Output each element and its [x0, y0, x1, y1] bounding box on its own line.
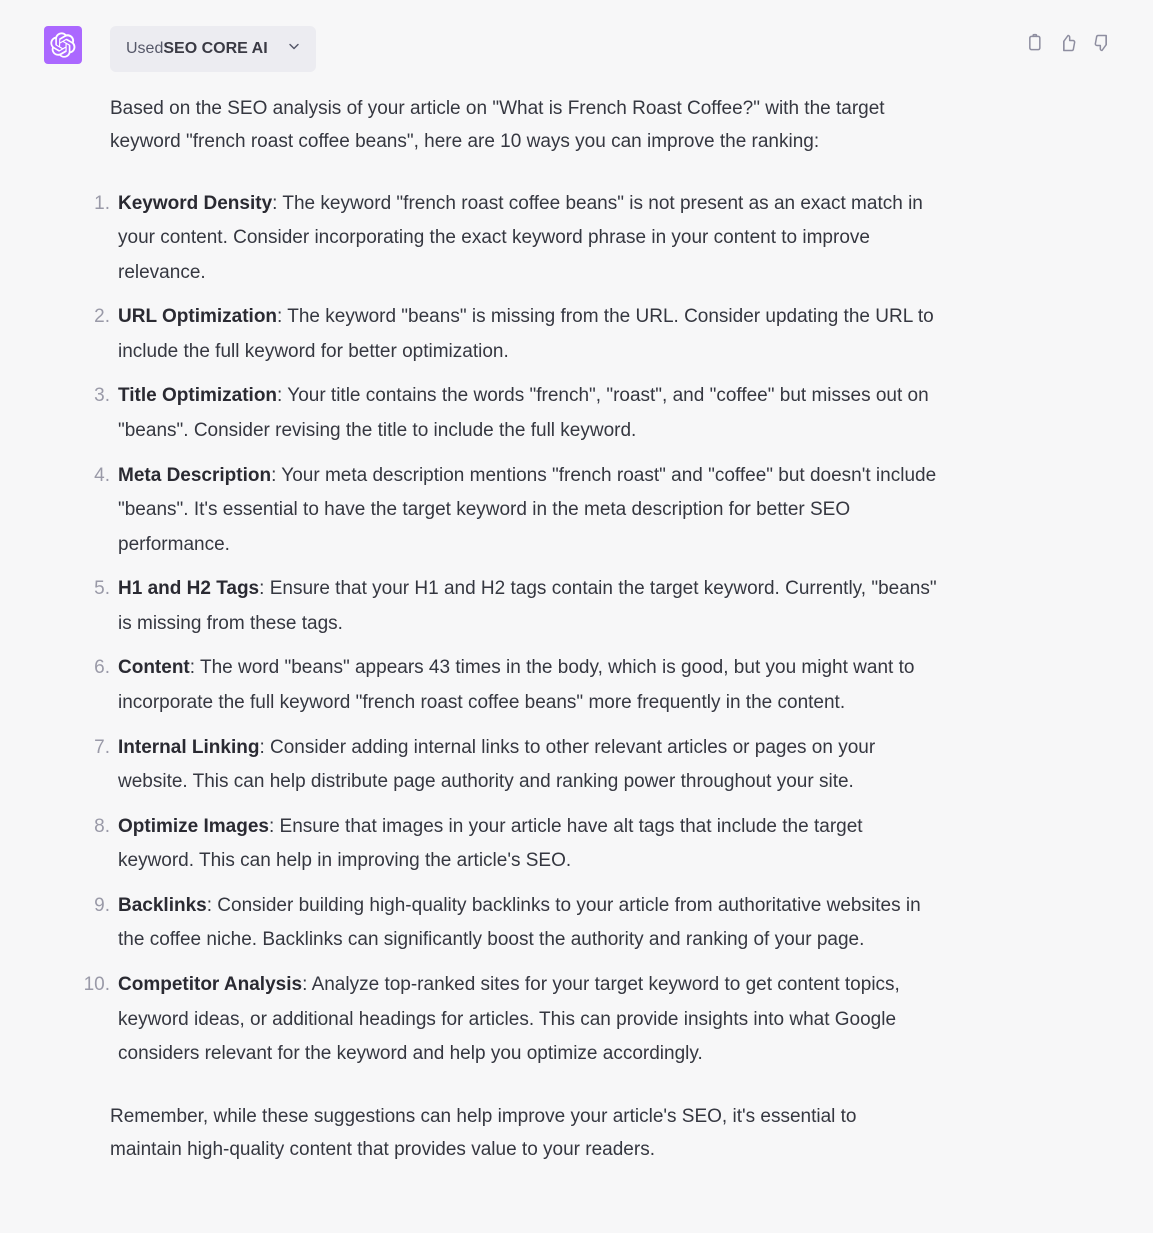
assistant-avatar	[44, 26, 82, 64]
item-title: Keyword Density	[118, 193, 272, 214]
thumbs-down-icon	[1092, 33, 1112, 53]
plugin-name: SEO CORE AI	[163, 40, 267, 58]
item-body: : The word "beans" appears 43 times in t…	[118, 657, 914, 713]
list-item: Backlinks: Consider building high-qualit…	[90, 889, 940, 958]
thumbs-down-button[interactable]	[1091, 32, 1113, 54]
openai-icon	[50, 32, 76, 58]
plugin-used-chip[interactable]: Used SEO CORE AI	[110, 26, 316, 72]
list-item: Content: The word "beans" appears 43 tim…	[90, 651, 940, 720]
list-item: Optimize Images: Ensure that images in y…	[90, 810, 940, 879]
intro-paragraph: Based on the SEO analysis of your articl…	[110, 92, 930, 159]
item-title: H1 and H2 Tags	[118, 578, 259, 599]
item-title: Optimize Images	[118, 816, 269, 837]
thumbs-up-icon	[1058, 33, 1078, 53]
message-header-row: Used SEO CORE AI	[110, 26, 1113, 72]
avatar-column	[44, 26, 82, 1166]
clipboard-icon	[1024, 33, 1044, 53]
suggestions-list: Keyword Density: The keyword "french roa…	[110, 187, 940, 1072]
copy-button[interactable]	[1023, 32, 1045, 54]
list-item: Competitor Analysis: Analyze top-ranked …	[90, 968, 940, 1072]
item-title: Content	[118, 657, 190, 678]
item-title: Competitor Analysis	[118, 974, 302, 995]
item-body: : Consider building high-quality backlin…	[118, 895, 921, 951]
list-item: Title Optimization: Your title contains …	[90, 379, 940, 448]
plugin-used-label: Used	[126, 40, 163, 58]
thumbs-up-button[interactable]	[1057, 32, 1079, 54]
list-item: Keyword Density: The keyword "french roa…	[90, 187, 940, 291]
list-item: Internal Linking: Consider adding intern…	[90, 731, 940, 800]
chevron-down-icon	[286, 39, 302, 60]
outro-paragraph: Remember, while these suggestions can he…	[110, 1100, 930, 1167]
list-item: Meta Description: Your meta description …	[90, 459, 940, 563]
list-item: URL Optimization: The keyword "beans" is…	[90, 300, 940, 369]
item-title: URL Optimization	[118, 306, 277, 327]
item-title: Title Optimization	[118, 385, 277, 406]
item-title: Internal Linking	[118, 737, 259, 758]
message-content: Used SEO CORE AI	[110, 26, 1113, 1166]
item-title: Meta Description	[118, 465, 271, 486]
message-actions	[1023, 26, 1113, 54]
list-item: H1 and H2 Tags: Ensure that your H1 and …	[90, 572, 940, 641]
item-title: Backlinks	[118, 895, 207, 916]
message-container: Used SEO CORE AI	[0, 0, 1153, 1206]
